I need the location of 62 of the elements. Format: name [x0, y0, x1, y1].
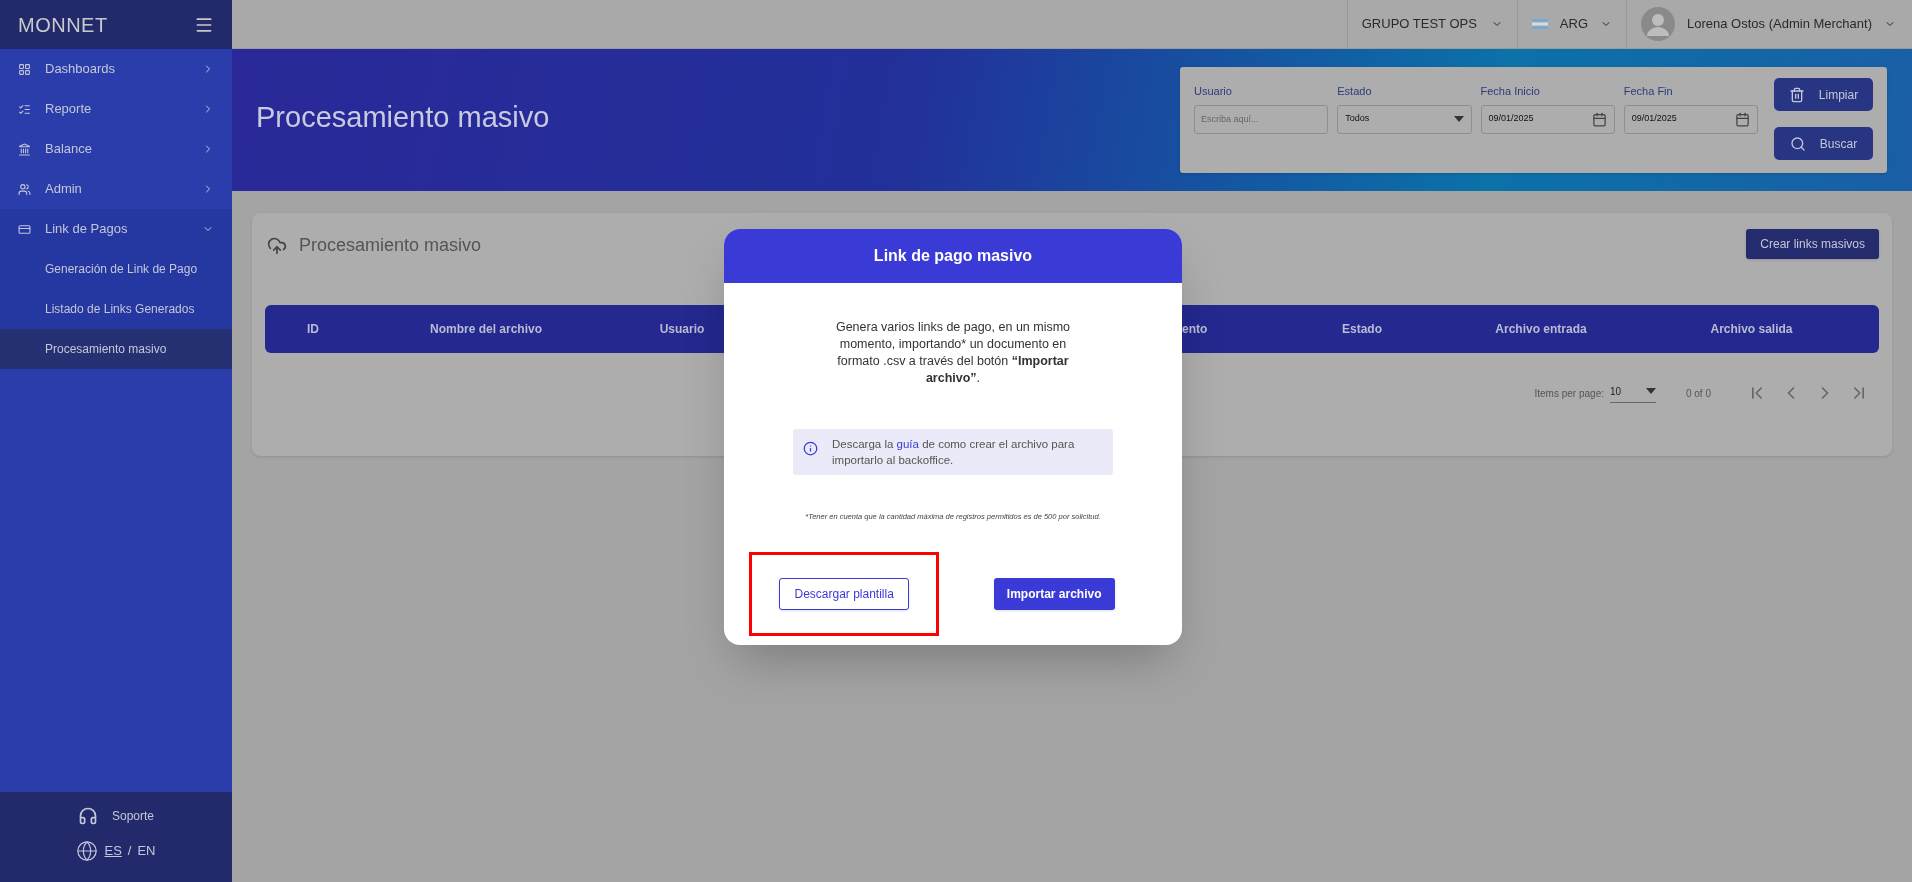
sidebar-item[interactable]: Reporte: [0, 89, 232, 129]
avatar-icon: [1641, 7, 1676, 41]
language-option[interactable]: ES: [104, 841, 122, 861]
column-header: ID: [306, 321, 320, 338]
calendar-icon[interactable]: [1591, 111, 1607, 127]
items-per-page-select[interactable]: 10: [1609, 383, 1656, 403]
info-text: Descarga la guía de como crear el archivo para importarlo al backoffice.: [832, 437, 1076, 468]
search-button[interactable]: Buscar: [1774, 127, 1873, 160]
column-header: Nombre del archivo: [429, 321, 543, 338]
sidebar-item[interactable]: Admin: [0, 169, 232, 209]
menu-item-icon: [18, 62, 31, 76]
caret-icon: [1645, 388, 1656, 394]
column-header: Usuario: [658, 321, 706, 338]
column-header: Archivo entrada: [1494, 321, 1588, 338]
date-field[interactable]: 09/01/2025: [1623, 104, 1758, 134]
caret-icon: [1453, 116, 1464, 122]
trash-icon: [1788, 86, 1805, 103]
language-option[interactable]: EN: [137, 841, 156, 861]
filter-label: Fecha Fin: [1623, 84, 1674, 99]
sidebar-item[interactable]: Dashboards: [0, 49, 232, 89]
column-header: Archivo salida: [1709, 321, 1794, 338]
country-selector[interactable]: ARG: [1516, 0, 1627, 48]
flag-icon: [1531, 19, 1548, 29]
search-icon: [1789, 135, 1806, 152]
cloud-upload-icon: [267, 235, 287, 256]
guide-link[interactable]: guía: [896, 438, 919, 450]
user-menu[interactable]: Lorena Ostos (Admin Merchant): [1626, 0, 1896, 48]
group-selector[interactable]: GRUPO TEST OPS: [1346, 0, 1517, 48]
page-range: 0 of 0: [1685, 386, 1711, 401]
menu-item-icon: [18, 142, 31, 156]
menu-item-icon: [18, 102, 31, 116]
submenu-item[interactable]: Generación de Link de Pago: [0, 249, 232, 289]
filter-label: Fecha Inicio: [1480, 84, 1541, 99]
menu-item-icon: [18, 182, 31, 196]
import-file-button[interactable]: Importar archivo: [993, 578, 1115, 611]
clear-button[interactable]: Limpiar: [1774, 78, 1873, 111]
column-header: ento: [1182, 321, 1209, 338]
sidebar-item[interactable]: Balance: [0, 129, 232, 169]
support-link[interactable]: Soporte: [78, 806, 154, 826]
submenu-item[interactable]: Listado de Links Generados: [0, 289, 232, 329]
sidebar-item[interactable]: Link de Pagos: [0, 209, 232, 249]
filter-label: Usuario: [1194, 84, 1233, 99]
brand-logo: MONNET: [18, 12, 108, 38]
page-title: Procesamiento masivo: [256, 100, 550, 136]
user-field[interactable]: Escriba aquí...: [1194, 104, 1329, 134]
headset-icon: [78, 806, 98, 826]
modal-description: Genera varios links de pago, en un mismo momento, importando* un documento en formato .csv a través del botón “Importar archivo”.: [834, 319, 1072, 387]
status-select[interactable]: Todos: [1337, 104, 1472, 134]
globe-icon: [76, 840, 99, 862]
filter-label: Estado: [1337, 84, 1373, 99]
menu-item-icon: [18, 222, 31, 236]
column-header: Estado: [1341, 321, 1383, 338]
info-icon: [803, 441, 818, 456]
card-title: Procesamiento masivo: [299, 234, 482, 257]
calendar-icon[interactable]: [1735, 111, 1750, 127]
create-bulk-links-button[interactable]: Crear links masivos: [1746, 228, 1879, 259]
submenu-item[interactable]: Procesamiento masivo: [0, 329, 232, 369]
date-field[interactable]: 09/01/2025: [1480, 104, 1615, 134]
download-template-button[interactable]: Descargar plantilla: [779, 578, 909, 611]
modal-title: Link de pago masivo: [873, 246, 1033, 266]
items-per-page-label: Items per page:: [1534, 386, 1604, 401]
language-separator: /: [127, 842, 132, 861]
